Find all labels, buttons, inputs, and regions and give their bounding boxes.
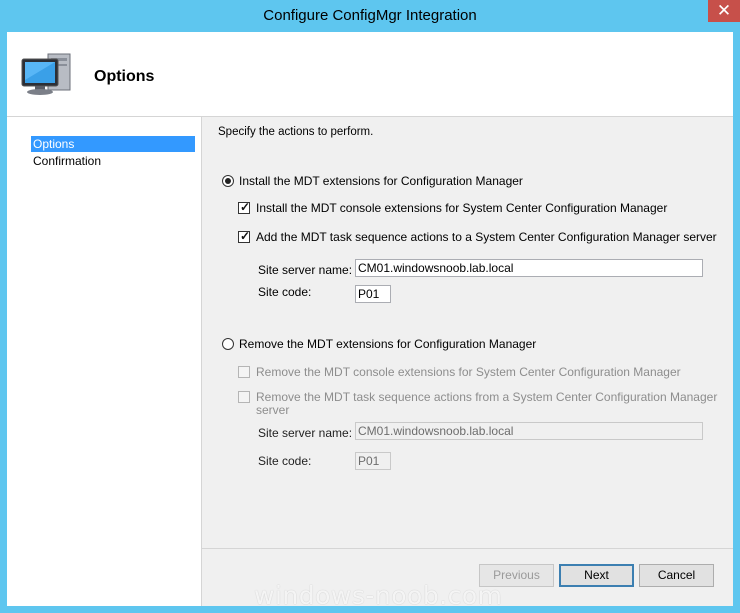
remove-site-code-label: Site code: [258,454,312,468]
checkmark-icon: ✓ [240,200,251,214]
remove-extensions-label[interactable]: Remove the MDT extensions for Configurat… [239,337,536,351]
remove-ts-actions-label-line1: Remove the MDT task sequence actions fro… [256,390,718,404]
window-title: Configure ConfigMgr Integration [263,7,477,24]
remove-site-server-name-input: CM01.windowsnoob.lab.local [355,422,703,440]
remove-console-extensions-checkbox[interactable] [238,366,250,378]
wizard-nav: Options Confirmation [7,117,202,606]
checkmark-icon: ✓ [240,229,251,243]
install-extensions-radio[interactable] [222,175,234,187]
cancel-button[interactable]: Cancel [639,564,714,587]
options-panel: Specify the actions to perform. Install … [202,117,733,547]
wizard-client-area: Options Options Confirmation Specify the… [7,32,733,606]
site-code-input[interactable]: P01 [355,285,391,303]
nav-item-options[interactable]: Options [31,136,195,152]
close-icon: ✕ [716,1,732,20]
remove-console-extensions-label: Remove the MDT console extensions for Sy… [256,365,681,379]
close-button[interactable]: ✕ [708,0,740,22]
remove-site-server-name-label: Site server name: [258,426,353,440]
site-server-name-label: Site server name: [258,263,353,277]
add-ts-actions-label[interactable]: Add the MDT task sequence actions to a S… [256,230,717,244]
watermark: windows-noob.com [254,581,503,610]
title-bar[interactable]: Configure ConfigMgr Integration ✕ [0,0,740,32]
page-title: Options [94,68,155,85]
remove-ts-actions-label-line2: server [256,403,290,417]
wizard-window: Configure ConfigMgr Integration ✕ Option… [0,0,740,613]
nav-item-confirmation[interactable]: Confirmation [31,153,195,169]
add-ts-actions-checkbox[interactable]: ✓ [238,229,251,243]
remove-ts-actions-checkbox[interactable] [238,391,250,403]
install-console-extensions-checkbox[interactable]: ✓ [238,200,251,214]
install-extensions-label[interactable]: Install the MDT extensions for Configura… [239,174,523,188]
site-server-name-input[interactable]: CM01.windowsnoob.lab.local [355,259,703,277]
install-console-extensions-label[interactable]: Install the MDT console extensions for S… [256,201,667,215]
instruction-text: Specify the actions to perform. [218,126,374,138]
remove-extensions-radio[interactable] [222,338,234,350]
computer-icon [21,53,71,95]
remove-site-code-input: P01 [355,452,391,470]
wizard-header: Options [7,32,733,117]
site-code-label: Site code: [258,285,312,299]
next-button[interactable]: Next [559,564,634,587]
